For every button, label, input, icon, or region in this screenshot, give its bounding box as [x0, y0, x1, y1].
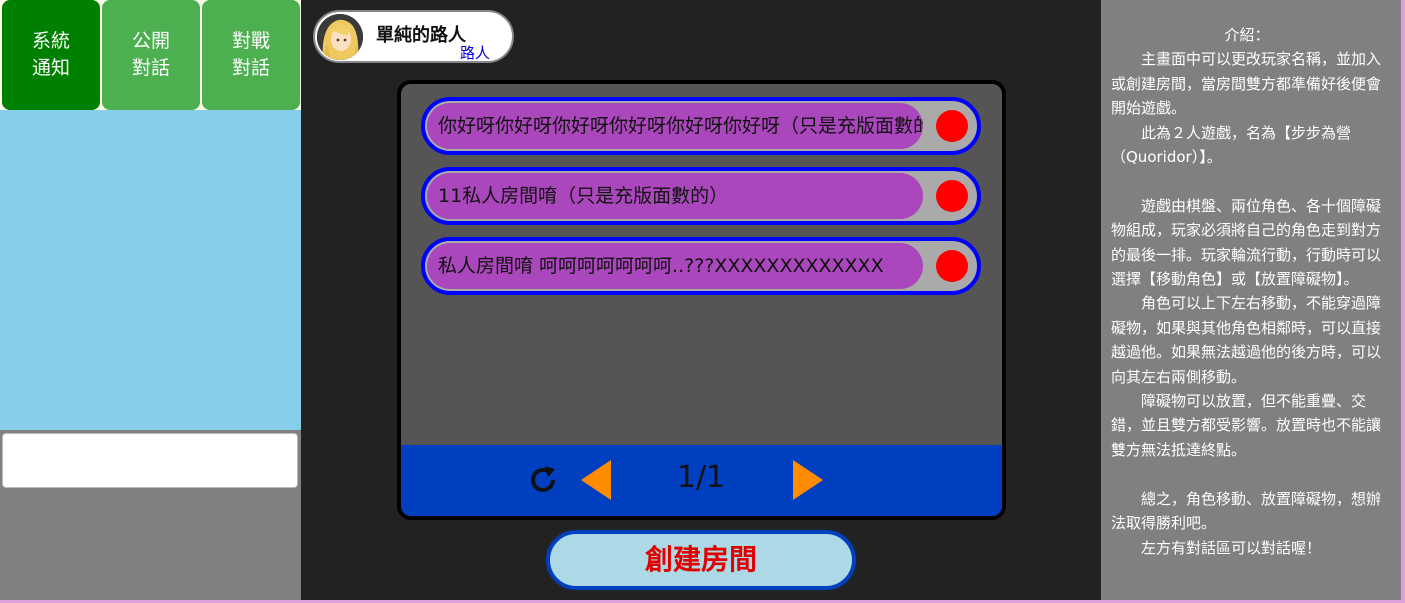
room-status-indicator	[936, 250, 968, 282]
tab-system-notice[interactable]: 系統 通知	[2, 0, 100, 110]
player-rank: 路人	[459, 44, 490, 62]
intro-paragraph: 障礙物可以放置，但不能重疊、交錯，並且雙方都受影響。放置時也不能讓雙方無法抵達終…	[1111, 392, 1382, 459]
room-item[interactable]: 你好呀你好呀你好呀你好呀你好呀你好呀（只是充版面數的）	[421, 97, 981, 155]
intro-title: 介紹：	[1224, 26, 1270, 44]
intro-paragraph: 角色可以上下左右移動，不能穿過障礙物，如果與其他角色相鄰時，可以直接越過他。如果…	[1111, 294, 1382, 386]
lobby-panel: 單純的路人 路人 你好呀你好呀你好呀你好呀你好呀你好呀（只是充版面數的） 11私…	[301, 0, 1101, 600]
room-status-indicator	[936, 110, 968, 142]
intro-spacer	[1111, 462, 1383, 486]
chat-message-area	[0, 110, 301, 430]
intro-paragraph: 主畫面中可以更改玩家名稱，並加入或創建房間，當房間雙方都準備好後便會開始遊戲。	[1111, 50, 1382, 118]
room-status-indicator	[936, 180, 968, 212]
triangle-left-icon[interactable]	[581, 460, 613, 500]
intro-paragraph: 總之，角色移動、放置障礙物，想辦法取得勝利吧。	[1111, 489, 1382, 533]
create-room-button[interactable]: 創建房間	[546, 530, 856, 590]
room-list-panel: 你好呀你好呀你好呀你好呀你好呀你好呀（只是充版面數的） 11私人房間唷（只是充版…	[397, 80, 1006, 520]
intro-paragraph: 遊戲由棋盤、兩位角色、各十個障礙物組成，玩家必須將自己的角色走到對方的最後一排。…	[1111, 196, 1382, 289]
triangle-right-icon[interactable]	[791, 460, 823, 500]
chat-tabs: 系統 通知 公開 對話 對戰 對話	[0, 0, 301, 110]
refresh-icon[interactable]	[526, 463, 560, 497]
player-name[interactable]: 單純的路人	[376, 21, 466, 47]
room-item[interactable]: 私人房間唷 呵呵呵呵呵呵呵..???XXXXXXXXXXXXX	[421, 237, 981, 295]
page-indicator: 1/1	[676, 460, 726, 495]
tab-public-chat[interactable]: 公開 對話	[102, 0, 200, 110]
chat-input[interactable]	[2, 433, 298, 488]
room-title: 11私人房間唷（只是充版面數的）	[427, 173, 923, 219]
room-title: 你好呀你好呀你好呀你好呀你好呀你好呀（只是充版面數的）	[427, 103, 923, 149]
intro-spacer	[1111, 169, 1383, 193]
room-item[interactable]: 11私人房間唷（只是充版面數的）	[421, 167, 981, 225]
avatar	[317, 14, 363, 60]
intro-paragraph: 此為２人遊戲，名為【步步為營（Quoridor）】。	[1111, 123, 1352, 167]
intro-paragraph: 左方有對話區可以對話喔！	[1141, 538, 1322, 557]
pagination-bar: 1/1	[401, 445, 1002, 516]
player-profile[interactable]: 單純的路人 路人	[313, 10, 514, 63]
left-panel: 系統 通知 公開 對話 對戰 對話	[0, 0, 301, 600]
tab-battle-chat[interactable]: 對戰 對話	[202, 0, 300, 110]
intro-panel: 介紹： 主畫面中可以更改玩家名稱，並加入或創建房間，當房間雙方都準備好後便會開始…	[1101, 0, 1401, 600]
room-title: 私人房間唷 呵呵呵呵呵呵呵..???XXXXXXXXXXXXX	[427, 243, 923, 289]
